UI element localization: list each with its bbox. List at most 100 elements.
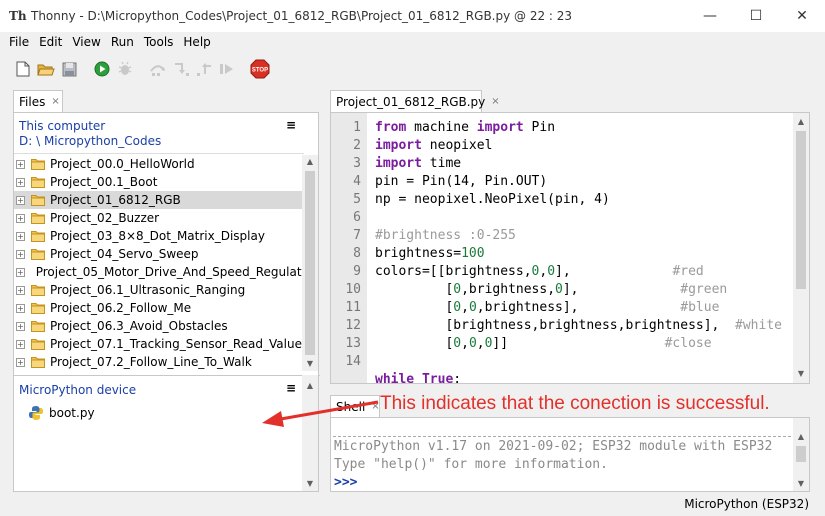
file-tree-item[interactable]: + Project_04_Servo_Sweep <box>14 245 304 263</box>
code-line: brightness=100 <box>375 246 485 261</box>
shell-panel[interactable]: MicroPython v1.17 on 2021-09-02; ESP32 m… <box>330 417 810 492</box>
new-file-icon[interactable] <box>12 58 34 80</box>
shell-output-line: MicroPython v1.17 on 2021-09-02; ESP32 m… <box>334 439 773 454</box>
device-scrollbar[interactable]: ▲ ▼ <box>302 375 318 491</box>
file-tree-item[interactable]: + Project_06.3_Avoid_Obstacles <box>14 317 304 335</box>
tab-editor-file[interactable]: Project_01_6812_RGB.py × <box>330 90 500 112</box>
folder-icon <box>31 339 45 350</box>
file-tree-item[interactable]: + Project_07.2_Follow_Line_To_Walk <box>14 353 304 371</box>
file-tree-item[interactable]: + Project_03_8×8_Dot_Matrix_Display <box>14 227 304 245</box>
toolbar: STOP <box>0 54 825 84</box>
menu-tools[interactable]: Tools <box>139 32 179 52</box>
expand-icon[interactable]: + <box>16 321 25 331</box>
shell-scroll-up-icon[interactable]: ▲ <box>793 430 809 444</box>
file-tree-item-label: Project_00.0_HelloWorld <box>50 157 195 171</box>
expand-icon[interactable]: + <box>16 195 25 205</box>
computer-path-breadcrumb[interactable]: D: \ Micropython_Codes <box>19 134 161 148</box>
step-into-icon[interactable] <box>170 58 192 80</box>
code-line: [0,brightness,0], #green <box>375 282 728 297</box>
this-computer-link[interactable]: This computer <box>19 119 105 133</box>
editor-scroll-up-icon[interactable]: ▲ <box>793 115 809 129</box>
menu-view[interactable]: View <box>67 32 105 52</box>
device-scroll-up-icon[interactable]: ▲ <box>302 379 318 393</box>
code-line: import time <box>375 156 462 171</box>
file-tree-item[interactable]: + Project_00.0_HelloWorld <box>14 155 304 173</box>
folder-icon <box>31 321 45 332</box>
device-scroll-down-icon[interactable]: ▼ <box>302 477 318 491</box>
code-line: [brightness,brightness,brightness], #whi… <box>375 318 782 333</box>
code-line: #brightness :0-255 <box>375 228 516 243</box>
files-panel: This computer D: \ Micropython_Codes ≡ +… <box>13 112 320 492</box>
shell-output-line: Type "help()" for more information. <box>334 457 608 472</box>
expand-icon[interactable]: + <box>16 267 25 277</box>
svg-text:STOP: STOP <box>252 68 268 74</box>
close-button[interactable]: ✕ <box>779 0 825 32</box>
line-number: 10 <box>345 282 361 297</box>
expand-icon[interactable]: + <box>16 339 25 349</box>
folder-icon <box>31 159 45 170</box>
expand-icon[interactable]: + <box>16 159 25 169</box>
editor-scrollbar[interactable]: ▲ ▼ <box>793 113 809 383</box>
file-tree-item[interactable]: + Project_06.2_Follow_Me <box>14 299 304 317</box>
interpreter-status[interactable]: MicroPython (ESP32) <box>684 497 809 511</box>
device-menu-icon[interactable]: ≡ <box>286 381 296 395</box>
step-out-icon[interactable] <box>193 58 215 80</box>
shell-scroll-down-icon[interactable]: ▼ <box>793 477 809 491</box>
file-tree-item[interactable]: + Project_00.1_Boot <box>14 173 304 191</box>
menu-bar: File Edit View Run Tools Help <box>0 32 825 52</box>
line-number: 5 <box>353 192 361 207</box>
expand-icon[interactable]: + <box>16 303 25 313</box>
code-line: [0,0,brightness], #blue <box>375 300 720 315</box>
menu-help[interactable]: Help <box>178 32 215 52</box>
code-line: import neopixel <box>375 138 493 153</box>
file-tree-item[interactable]: + Project_01_6812_RGB <box>14 191 304 209</box>
maximize-button[interactable]: ☐ <box>733 0 779 32</box>
expand-icon[interactable]: + <box>16 213 25 223</box>
expand-icon[interactable]: + <box>16 285 25 295</box>
step-over-icon[interactable] <box>147 58 169 80</box>
debug-icon[interactable] <box>114 58 136 80</box>
expand-icon[interactable]: + <box>16 357 25 367</box>
shell-tab-close-icon[interactable]: × <box>371 401 379 412</box>
file-tree-item[interactable]: + Project_07.1_Tracking_Sensor_Read_Value <box>14 335 304 353</box>
code-editor[interactable]: 1 2 3 4 5 6 7 8 9 10 11 12 13 14 from machine import … <box>330 112 810 384</box>
file-tree-item[interactable]: + Project_05_Motor_Drive_And_Speed_Regula… <box>14 263 304 281</box>
editor-scroll-thumb[interactable] <box>796 131 806 289</box>
file-tree-item[interactable]: + Project_02_Buzzer <box>14 209 304 227</box>
expand-icon[interactable]: + <box>16 249 25 259</box>
folder-icon <box>31 177 45 188</box>
expand-icon[interactable]: + <box>16 177 25 187</box>
tab-files[interactable]: Files × <box>13 90 63 112</box>
files-menu-icon[interactable]: ≡ <box>286 118 296 132</box>
line-number: 8 <box>353 246 361 261</box>
code-content[interactable]: from machine import Pin import neopixel … <box>375 119 795 383</box>
editor-tab-close-icon[interactable]: × <box>491 96 499 107</box>
save-icon[interactable] <box>58 58 80 80</box>
file-tree-item[interactable]: + Project_06.1_Ultrasonic_Ranging <box>14 281 304 299</box>
device-file-item[interactable]: boot.py <box>28 405 95 421</box>
tab-files-label: Files <box>19 94 46 109</box>
editor-scroll-down-icon[interactable]: ▼ <box>793 367 809 381</box>
file-tree-scrollbar[interactable]: ▲ ▼ <box>302 155 318 371</box>
window-controls: — ☐ ✕ <box>687 0 825 32</box>
open-folder-icon[interactable] <box>35 58 57 80</box>
menu-run[interactable]: Run <box>106 32 139 52</box>
minimize-button[interactable]: — <box>687 0 733 32</box>
resume-icon[interactable] <box>216 58 238 80</box>
scroll-up-icon[interactable]: ▲ <box>302 155 318 169</box>
tab-files-close-icon[interactable]: × <box>51 96 59 107</box>
file-tree-scroll-thumb[interactable] <box>305 171 315 355</box>
stop-icon[interactable]: STOP <box>249 58 271 80</box>
run-icon[interactable] <box>91 58 113 80</box>
shell-scrollbar[interactable]: ▲ ▼ <box>793 418 809 491</box>
menu-edit[interactable]: Edit <box>34 32 67 52</box>
scroll-down-icon[interactable]: ▼ <box>302 357 318 371</box>
shell-prompt[interactable]: >>> <box>334 475 357 490</box>
tab-shell[interactable]: Shell × <box>330 395 380 417</box>
menu-file[interactable]: File <box>4 32 34 52</box>
file-tree-item-label: Project_00.1_Boot <box>50 175 158 189</box>
expand-icon[interactable]: + <box>16 231 25 241</box>
folder-icon <box>31 357 45 368</box>
line-number: 11 <box>345 300 361 315</box>
shell-scroll-thumb[interactable] <box>796 446 806 462</box>
